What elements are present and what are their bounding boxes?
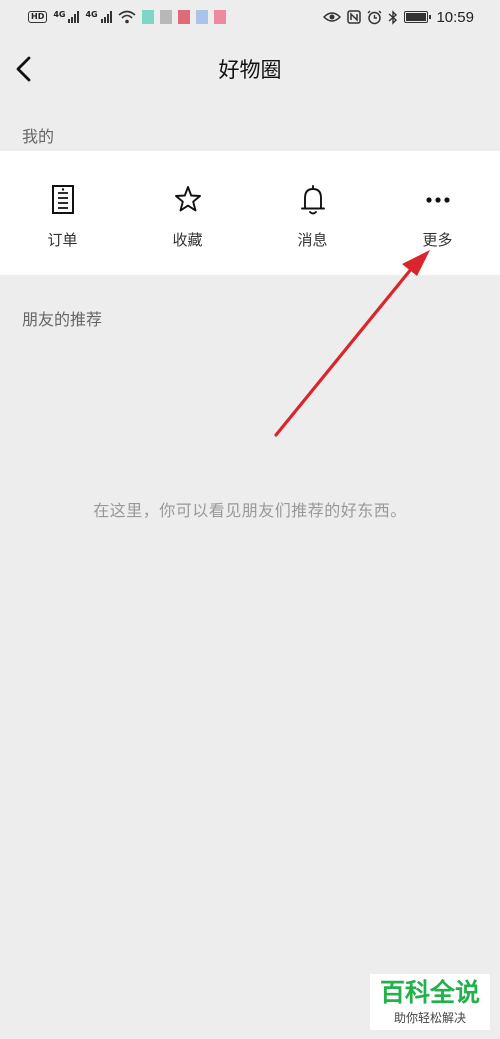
alarm-icon: [367, 10, 382, 24]
bell-icon: [300, 185, 325, 215]
battery-icon: [404, 11, 432, 23]
eye-icon: [323, 12, 342, 22]
notification-icon-blurred: [195, 10, 208, 24]
notification-icon-blurred: [141, 10, 154, 24]
status-bar-right: 10:59: [323, 9, 474, 26]
watermark-title: 百科全说: [379, 978, 480, 1007]
notification-icon-blurred: [213, 10, 226, 24]
network-label-1: 4G: [53, 9, 66, 19]
status-bar-left: HD 4G 4G: [28, 10, 226, 24]
more-label: 更多: [422, 231, 453, 249]
order-receipt-icon: [51, 185, 74, 214]
favorites-label: 收藏: [172, 231, 203, 249]
orders-label: 订单: [47, 231, 78, 249]
orders-button[interactable]: 订单: [0, 151, 125, 275]
nfc-icon: [347, 10, 362, 24]
bluetooth-icon: [388, 9, 398, 25]
navigation-bar: 好物圈: [0, 34, 500, 104]
section-label-friends: 朋友的推荐: [22, 310, 103, 329]
page-title: 好物圈: [218, 58, 282, 82]
star-icon: [174, 186, 201, 212]
watermark-subtitle: 助你轻松解决: [393, 1011, 466, 1025]
notification-icon-blurred: [159, 10, 172, 24]
signal-icon-2: [100, 11, 112, 23]
notification-icon-blurred: [177, 10, 190, 24]
status-bar: HD 4G 4G 10:59: [0, 0, 500, 34]
status-time: 10:59: [436, 8, 474, 26]
watermark-logo: 百科全说 助你轻松解决: [370, 974, 490, 1030]
more-dots-icon: [425, 197, 450, 203]
more-button[interactable]: 更多: [375, 151, 500, 275]
signal-icon: [68, 11, 80, 23]
favorites-button[interactable]: 收藏: [125, 151, 250, 275]
messages-button[interactable]: 消息: [250, 151, 375, 275]
messages-label: 消息: [297, 231, 328, 249]
wifi-icon: [118, 10, 136, 24]
hd-badge: HD: [28, 11, 48, 23]
section-label-my: 我的: [22, 127, 55, 146]
my-shortcuts-card: 订单 收藏 消息 更多: [0, 151, 500, 275]
empty-state-message: 在这里，你可以看见朋友们推荐的好东西。: [93, 501, 407, 520]
network-label-2: 4G: [85, 9, 98, 19]
